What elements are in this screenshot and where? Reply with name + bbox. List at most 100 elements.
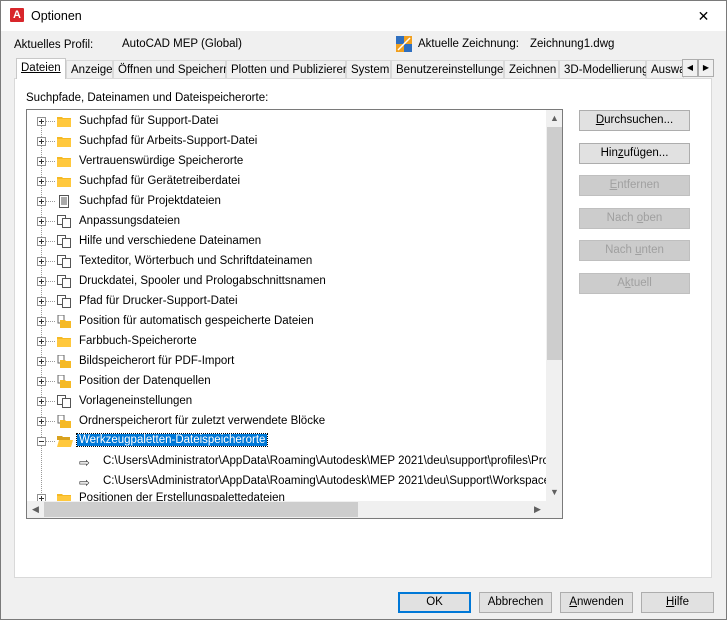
tree-item[interactable]: Ordnerspeicherort für zuletzt verwendete… [27, 412, 547, 432]
tree-connector [46, 201, 55, 202]
folder-icon [57, 335, 71, 348]
tree-item[interactable]: Pfad für Drucker-Support-Datei [27, 292, 547, 312]
collapse-icon[interactable] [37, 437, 46, 446]
expand-icon[interactable] [37, 337, 46, 346]
tab-zeichnen[interactable]: Zeichnen [504, 60, 559, 78]
tree-item[interactable]: Anpassungsdateien [27, 212, 547, 232]
options-dialog: A Optionen ✕ Aktuelles Profil: AutoCAD M… [0, 0, 727, 620]
expand-icon[interactable] [37, 297, 46, 306]
expand-icon[interactable] [37, 177, 46, 186]
tab-label: 3D-Modellierung [564, 64, 649, 76]
files-icon [57, 275, 71, 288]
folder-file-icon [57, 314, 71, 328]
tree-item[interactable]: Farbbuch-Speicherorte [27, 332, 547, 352]
document-stack-icon [57, 195, 71, 208]
tree-item-label: Suchpfad für Arbeits-Support-Datei [79, 135, 258, 147]
expand-icon[interactable] [37, 137, 46, 146]
title-bar: A Optionen ✕ [1, 1, 726, 31]
tab-label: Anzeige [71, 64, 113, 76]
tree-subitem-path: C:\Users\Administrator\AppData\Roaming\A… [103, 475, 563, 487]
tree-connector [46, 301, 55, 302]
ok-button[interactable]: OK [398, 592, 471, 613]
tab-plotten[interactable]: Plotten und Publizieren [226, 60, 349, 78]
tree-connector [46, 321, 55, 322]
tree-item[interactable]: Hilfe und verschiedene Dateinamen [27, 232, 547, 252]
horizontal-scroll-thumb[interactable] [44, 502, 358, 517]
expand-icon[interactable] [37, 117, 46, 126]
folder-file-icon [57, 374, 71, 388]
expand-icon[interactable] [37, 357, 46, 366]
scroll-down-icon[interactable]: ▼ [546, 484, 562, 501]
expand-icon[interactable] [37, 377, 46, 386]
tab-oeffnen-speichern[interactable]: Öffnen und Speichern [113, 60, 230, 78]
tab-label: Öffnen und Speichern [118, 64, 230, 76]
folder-icon [57, 175, 71, 188]
tree-subitem-path: C:\Users\Administrator\AppData\Roaming\A… [103, 455, 563, 467]
tree-connector [46, 361, 55, 362]
add-button[interactable]: Hinzufügen... [579, 143, 690, 164]
drawing-icon [396, 36, 412, 52]
tree-item-label: Texteditor, Wörterbuch und Schriftdatein… [79, 255, 313, 267]
tree-item[interactable]: Suchpfad für Projektdateien [27, 192, 547, 212]
drawing-label: Aktuelle Zeichnung: [418, 38, 520, 50]
tree-item[interactable]: Suchpfad für Support-Datei [27, 112, 547, 132]
folder-file-icon [57, 354, 71, 368]
horizontal-scrollbar[interactable]: ◀ ▶ [27, 501, 546, 518]
tab-3d-modellierung[interactable]: 3D-Modellierung [559, 60, 649, 78]
tab-dateien[interactable]: Dateien [16, 58, 66, 79]
autocad-logo-icon: A [10, 8, 24, 22]
folder-icon [57, 155, 71, 168]
tree-item-label: Vorlageneinstellungen [79, 395, 193, 407]
tree-item[interactable]: Position der Datenquellen [27, 372, 547, 392]
tab-anzeige[interactable]: Anzeige [66, 60, 113, 78]
tab-benutzereinstellungen[interactable]: Benutzereinstellungen [391, 60, 510, 78]
set-current-button[interactable]: Aktuell [579, 273, 690, 294]
tree-item[interactable]: Position für automatisch gespeicherte Da… [27, 312, 547, 332]
tab-scroll-right-button[interactable]: ▶ [698, 59, 714, 77]
close-button[interactable]: ✕ [681, 1, 726, 31]
vertical-scroll-thumb[interactable] [547, 127, 562, 360]
expand-icon[interactable] [37, 157, 46, 166]
tree-subitem[interactable]: ⇨ C:\Users\Administrator\AppData\Roaming\… [27, 452, 562, 472]
files-icon [57, 255, 71, 268]
tree-item[interactable]: Werkzeugpaletten-Dateispeicherorte [27, 432, 547, 452]
expand-icon[interactable] [37, 237, 46, 246]
tree-item[interactable]: Texteditor, Wörterbuch und Schriftdatein… [27, 252, 547, 272]
tree-connector [46, 161, 55, 162]
tree-item[interactable]: Vertrauenswürdige Speicherorte [27, 152, 547, 172]
expand-icon[interactable] [37, 277, 46, 286]
tab-system[interactable]: System [346, 60, 391, 78]
apply-button[interactable]: Anwenden [560, 592, 633, 613]
tab-auswahl[interactable]: Auswa [646, 60, 684, 78]
scroll-up-icon[interactable]: ▲ [546, 110, 562, 127]
expand-icon[interactable] [37, 197, 46, 206]
cancel-button[interactable]: Abbrechen [479, 592, 552, 613]
expand-icon[interactable] [37, 417, 46, 426]
tree-item[interactable]: Vorlageneinstellungen [27, 392, 547, 412]
remove-button[interactable]: Entfernen [579, 175, 690, 196]
expand-icon[interactable] [37, 217, 46, 226]
tree-item[interactable]: Suchpfad für Gerätetreiberdatei [27, 172, 547, 192]
open-folder-icon [57, 435, 73, 448]
tab-scroll-left-button[interactable]: ◀ [682, 59, 698, 77]
move-up-button[interactable]: Nach oben [579, 208, 690, 229]
folder-icon [57, 135, 71, 148]
tree-item[interactable]: Druckdatei, Spooler und Prologabschnitts… [27, 272, 547, 292]
vertical-scrollbar[interactable]: ▲ ▼ [546, 110, 562, 501]
expand-icon[interactable] [37, 257, 46, 266]
move-down-button[interactable]: Nach unten [579, 240, 690, 261]
search-paths-tree[interactable]: Suchpfad für Support-Datei Suchpfad für A… [26, 109, 563, 519]
scroll-left-icon[interactable]: ◀ [27, 501, 44, 518]
tree-item-label: Farbbuch-Speicherorte [79, 335, 197, 347]
tree-item-label: Pfad für Drucker-Support-Datei [79, 295, 238, 307]
tree-item-label: Bildspeicherort für PDF-Import [79, 355, 235, 367]
scroll-right-icon[interactable]: ▶ [529, 501, 546, 518]
tree-item[interactable]: Suchpfad für Arbeits-Support-Datei [27, 132, 547, 152]
help-button[interactable]: Hilfe [641, 592, 714, 613]
expand-icon[interactable] [37, 317, 46, 326]
tree-item[interactable]: Bildspeicherort für PDF-Import [27, 352, 547, 372]
tree-connector [46, 221, 55, 222]
browse-button[interactable]: Durchsuchen... [579, 110, 690, 131]
tree-connector [46, 401, 55, 402]
expand-icon[interactable] [37, 397, 46, 406]
